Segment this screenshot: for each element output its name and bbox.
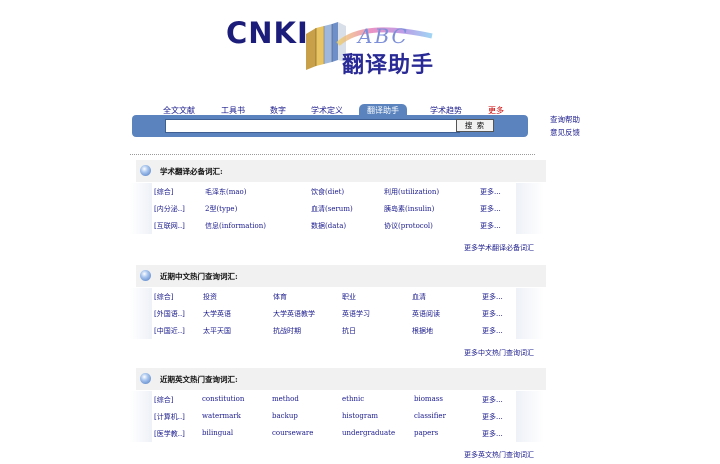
term-link[interactable]: courseware [272, 429, 313, 437]
section-header-english: 近期英文热门查询词汇: [136, 368, 546, 390]
category-link[interactable]: [计算机..] [154, 412, 185, 422]
term-link[interactable]: 利用(utilization) [384, 187, 439, 197]
term-link[interactable]: 信息(information) [205, 221, 266, 231]
feedback-link[interactable]: 意见反馈 [550, 126, 580, 139]
more-link[interactable]: 更多... [480, 187, 501, 197]
term-link[interactable]: bilingual [202, 429, 233, 437]
bullet-icon [140, 165, 151, 176]
more-link[interactable]: 更多... [482, 429, 503, 439]
bullet-icon [140, 270, 151, 281]
bullet-icon [140, 373, 151, 384]
side-links: 查询帮助 意见反馈 [550, 113, 580, 139]
more-link[interactable]: 更多... [482, 395, 503, 405]
more-link[interactable]: 更多... [482, 326, 503, 336]
section-header-academic: 学术翻译必备词汇: [136, 160, 546, 182]
table-row: [中国近..] 太平天国 抗战时期 抗日 根据地 更多... [130, 322, 550, 339]
term-link[interactable]: 根据地 [412, 326, 433, 336]
search-bar: 搜 索 [132, 115, 528, 137]
term-link[interactable]: 饮食(diet) [311, 187, 344, 197]
term-link[interactable]: 胰岛素(insulin) [384, 204, 434, 214]
category-link[interactable]: [综合] [154, 292, 173, 302]
term-link[interactable]: 大学英语教学 [273, 309, 315, 319]
section-title: 近期英文热门查询词汇: [160, 375, 238, 384]
term-link[interactable]: biomass [414, 395, 443, 403]
divider [130, 154, 535, 155]
category-link[interactable]: [互联网..] [154, 221, 185, 231]
term-link[interactable]: watermark [202, 412, 241, 420]
term-link[interactable]: 毛泽东(mao) [205, 187, 247, 197]
term-link[interactable]: 投资 [203, 292, 217, 302]
help-link[interactable]: 查询帮助 [550, 113, 580, 126]
term-link[interactable]: 抗战时期 [273, 326, 301, 336]
logo-product-name: 翻译助手 [342, 53, 435, 78]
table-row: [综合] 投资 体育 职业 血清 更多... [130, 288, 550, 305]
term-link[interactable]: 血清 [412, 292, 426, 302]
term-link[interactable]: 大学英语 [203, 309, 231, 319]
category-link[interactable]: [综合] [154, 395, 173, 405]
more-link[interactable]: 更多... [480, 204, 501, 214]
category-link[interactable]: [中国近..] [154, 326, 185, 336]
search-button[interactable]: 搜 索 [456, 119, 494, 132]
term-link[interactable]: backup [272, 412, 298, 420]
logo-abc-text: ABC [358, 24, 409, 48]
table-row: [外国语..] 大学英语 大学英语教学 英语学习 英语阅读 更多... [130, 305, 550, 322]
term-link[interactable]: 太平天国 [203, 326, 231, 336]
term-link[interactable]: 英语学习 [342, 309, 370, 319]
term-link[interactable]: 体育 [273, 292, 287, 302]
more-link[interactable]: 更多... [480, 221, 501, 231]
term-link[interactable]: ethnic [342, 395, 364, 403]
logo-brand: CNKI [226, 16, 309, 50]
more-link[interactable]: 更多... [482, 412, 503, 422]
section-title: 学术翻译必备词汇: [160, 167, 223, 176]
term-link[interactable]: constitution [202, 395, 244, 403]
table-row: [计算机..] watermark backup histogram class… [130, 408, 550, 425]
cnki-logo: CNKI ABC 翻译助手 [226, 14, 446, 78]
section-more-link[interactable]: 更多英文热门查询词汇 [464, 450, 534, 460]
term-link[interactable]: 血清(serum) [311, 204, 353, 214]
section-more-link[interactable]: 更多学术翻译必备词汇 [464, 243, 534, 253]
term-link[interactable]: classifier [414, 412, 446, 420]
search-input[interactable] [165, 119, 460, 133]
term-link[interactable]: histogram [342, 412, 378, 420]
category-link[interactable]: [外国语..] [154, 309, 185, 319]
category-link[interactable]: [医学教..] [154, 429, 185, 439]
more-link[interactable]: 更多... [482, 309, 503, 319]
table-row: [互联网..] 信息(information) 数据(data) 协议(prot… [130, 217, 550, 234]
category-link[interactable]: [内分泌..] [154, 204, 185, 214]
term-link[interactable]: 抗日 [342, 326, 356, 336]
table-row: [内分泌..] 2型(type) 血清(serum) 胰岛素(insulin) … [130, 200, 550, 217]
table-row: [综合] constitution method ethnic biomass … [130, 391, 550, 408]
term-link[interactable]: papers [414, 429, 438, 437]
table-row: [综合] 毛泽东(mao) 饮食(diet) 利用(utilization) 更… [130, 183, 550, 200]
term-link[interactable]: 2型(type) [205, 204, 237, 214]
category-link[interactable]: [综合] [154, 187, 173, 197]
more-link[interactable]: 更多... [482, 292, 503, 302]
section-header-chinese: 近期中文热门查询词汇: [136, 265, 546, 287]
term-link[interactable]: 协议(protocol) [384, 221, 433, 231]
table-row: [医学教..] bilingual courseware undergradua… [130, 425, 550, 442]
term-link[interactable]: method [272, 395, 299, 403]
term-link[interactable]: 数据(data) [311, 221, 346, 231]
term-link[interactable]: 职业 [342, 292, 356, 302]
term-link[interactable]: 英语阅读 [412, 309, 440, 319]
term-link[interactable]: undergraduate [342, 429, 395, 437]
section-more-link[interactable]: 更多中文热门查询词汇 [464, 348, 534, 358]
section-title: 近期中文热门查询词汇: [160, 272, 238, 281]
